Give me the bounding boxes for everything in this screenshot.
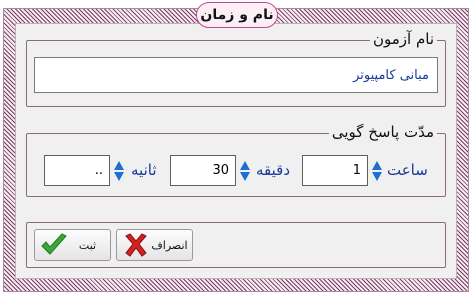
submit-button[interactable]: ثبت <box>34 229 111 261</box>
minute-input[interactable] <box>170 155 236 186</box>
second-label: ثانیه <box>131 161 157 179</box>
cancel-label: انصراف <box>151 238 188 252</box>
minute-down-arrow-icon[interactable] <box>240 171 250 181</box>
duration-legend: مدّت پاسخ گویی <box>328 123 437 141</box>
second-input[interactable] <box>44 155 110 186</box>
exam-name-input[interactable] <box>34 57 438 93</box>
second-spinner[interactable] <box>112 155 126 186</box>
green-checkmark-icon <box>39 232 69 258</box>
hour-spinner[interactable] <box>370 155 384 186</box>
minute-spinner[interactable] <box>238 155 252 186</box>
submit-label: ثبت <box>78 238 97 252</box>
minute-up-arrow-icon[interactable] <box>240 160 250 170</box>
hour-up-arrow-icon[interactable] <box>372 160 382 170</box>
hour-input[interactable] <box>302 155 368 186</box>
red-x-icon <box>121 232 151 258</box>
cancel-button[interactable]: انصراف <box>116 229 193 261</box>
dialog-title: نام و زمان <box>196 2 278 28</box>
hour-down-arrow-icon[interactable] <box>372 171 382 181</box>
second-up-arrow-icon[interactable] <box>114 160 124 170</box>
second-down-arrow-icon[interactable] <box>114 171 124 181</box>
exam-name-legend: نام آزمون <box>369 30 437 48</box>
minute-label: دقیقه <box>256 161 291 179</box>
hour-label: ساعت <box>387 161 428 179</box>
